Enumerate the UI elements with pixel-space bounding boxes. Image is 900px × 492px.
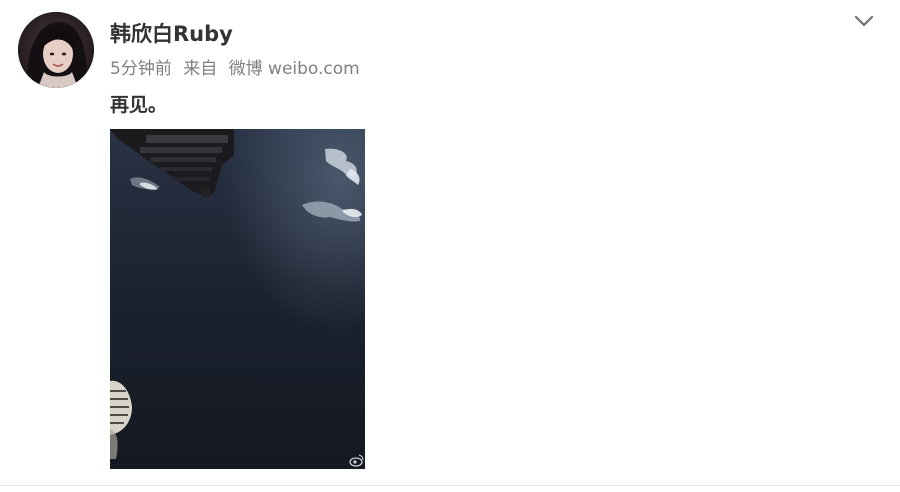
avatar[interactable]: [18, 12, 94, 88]
post-photo[interactable]: [110, 129, 365, 469]
post-photo-image: [110, 129, 365, 469]
avatar-image: [18, 12, 94, 88]
post-text: 再见。: [110, 94, 168, 116]
more-options-button[interactable]: [852, 12, 876, 30]
chevron-down-icon: [854, 15, 874, 27]
source-client-link[interactable]: 微博 weibo.com: [229, 59, 360, 79]
divider: [0, 485, 900, 486]
author-name[interactable]: 韩欣白Ruby: [110, 20, 233, 48]
post-timestamp[interactable]: 5分钟前: [110, 59, 172, 79]
source-prefix: 来自: [183, 59, 218, 79]
post-meta: 5分钟前 来自 微博 weibo.com: [110, 58, 366, 80]
weibo-post-card: 韩欣白Ruby 5分钟前 来自 微博 weibo.com 再见。: [0, 0, 900, 492]
